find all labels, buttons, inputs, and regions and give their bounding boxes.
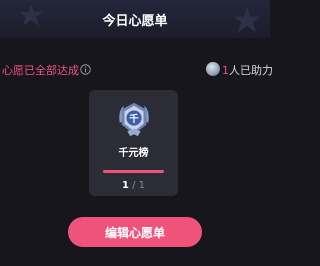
status-row: 心愿已全部达成 1人已助力	[0, 61, 273, 79]
count-separator: /	[128, 180, 139, 191]
page-title: 今日心愿单	[102, 14, 168, 29]
helper-avatar[interactable]	[206, 62, 220, 76]
wish-item-label: 千元榜	[118, 148, 149, 159]
info-icon[interactable]	[80, 64, 91, 75]
count-total: 1	[138, 180, 146, 191]
helpers-count: 1	[222, 64, 229, 77]
helpers-label: 人已助力	[229, 64, 273, 77]
header-bar: 今日心愿单	[0, 0, 270, 38]
badge-glyph: 千	[129, 113, 139, 125]
wish-progress-count: 1 / 1	[89, 180, 178, 191]
wish-progress-bar	[103, 170, 164, 173]
edit-wishlist-button[interactable]: 编辑心愿单	[68, 217, 202, 247]
wish-status-text: 心愿已全部达成	[2, 64, 79, 77]
helpers-count-text[interactable]: 1人已助力	[222, 62, 273, 78]
wish-card[interactable]: 千 千元榜 1 / 1	[89, 90, 178, 196]
wish-progress-fill	[103, 170, 164, 173]
count-current: 1	[121, 180, 129, 191]
rank-badge-icon: 千	[119, 102, 149, 137]
